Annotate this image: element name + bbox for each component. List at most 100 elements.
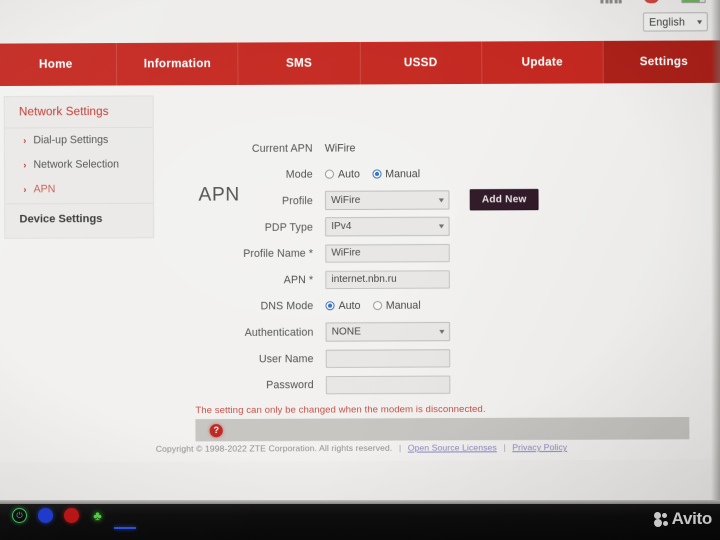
tab-update[interactable]: Update <box>481 40 604 84</box>
user-name-input[interactable] <box>325 348 451 368</box>
privacy-policy-link[interactable]: Privacy Policy <box>512 442 567 452</box>
chevron-down-icon: ▾ <box>439 326 445 337</box>
sidebar-item-label: Network Selection <box>33 158 120 171</box>
radio-label: Auto <box>338 167 360 181</box>
language-selector[interactable]: English ▾ <box>642 12 708 32</box>
radio-label: Manual <box>385 167 421 180</box>
leaf-glyph: ♣ <box>93 508 102 523</box>
tab-label: USSD <box>403 56 438 70</box>
chevron-down-icon: ▾ <box>438 221 445 231</box>
chevron-right-icon: › <box>23 159 27 170</box>
authentication-select[interactable]: NONE ▾ <box>325 321 451 342</box>
footer-separator-1: | <box>398 442 402 453</box>
top-status-bar: English ▾ <box>0 0 720 44</box>
sidebar-item-label: Dial-up Settings <box>33 134 109 147</box>
profile-name-input[interactable]: WiFire <box>325 243 450 263</box>
chevron-down-icon: ▾ <box>696 17 703 27</box>
tab-label: Settings <box>639 55 689 69</box>
tab-home[interactable]: Home <box>0 43 118 87</box>
device-status-icons <box>600 0 706 4</box>
disconnect-notice: The setting can only be changed when the… <box>195 403 486 417</box>
password-label: Password <box>266 378 314 392</box>
power-glyph: ⏻ <box>16 510 23 520</box>
sidebar-title: Network Settings <box>4 96 153 129</box>
signal-bars-icon <box>600 0 622 3</box>
dns-mode-radio-auto[interactable]: Auto <box>325 300 361 312</box>
dns-mode-radio-manual[interactable]: Manual <box>372 299 421 312</box>
add-new-button[interactable]: Add New <box>469 188 539 211</box>
profile-name-value: WiFire <box>331 247 361 259</box>
row-mode: Mode Auto Manual <box>198 160 623 187</box>
mode-label: Mode <box>285 168 313 181</box>
bluetooth-indicator-icon[interactable] <box>38 508 53 523</box>
tab-label: SMS <box>285 57 313 70</box>
profile-name-label: Profile Name * <box>199 247 326 260</box>
photographed-screen: English ▾ Home Information SMS USSD Upda… <box>0 0 720 540</box>
password-input[interactable] <box>325 375 451 394</box>
settings-sidebar: Network Settings › Dial-up Settings › Ne… <box>3 95 155 239</box>
profile-selected-value: WiFire <box>331 194 361 207</box>
apn-form: Current APN WiFire Mode Auto Manual Prof… <box>198 134 624 399</box>
help-icon-glyph: ? <box>213 425 220 436</box>
apn-label: APN * <box>199 273 326 286</box>
sidebar-item-dial-up-settings[interactable]: › Dial-up Settings <box>5 128 153 153</box>
current-apn-value: WiFire <box>324 141 356 154</box>
mode-radio-auto[interactable]: Auto <box>324 167 360 181</box>
tab-sms[interactable]: SMS <box>238 41 361 86</box>
language-selected-value: English <box>649 15 686 29</box>
required-marker: * <box>308 247 314 260</box>
row-authentication: Authentication NONE ▾ <box>199 318 624 345</box>
row-profile: Profile WiFire ▾ Add New <box>198 187 623 214</box>
profile-select[interactable]: WiFire ▾ <box>324 190 450 211</box>
sim-card-icon <box>643 0 660 4</box>
sidebar-item-apn[interactable]: › APN <box>5 176 153 201</box>
router-admin-page: English ▾ Home Information SMS USSD Upda… <box>0 0 720 506</box>
mode-radio-manual[interactable]: Manual <box>372 168 420 180</box>
footer-separator-2: | <box>503 442 506 453</box>
apn-input[interactable]: internet.nbn.ru <box>325 269 450 289</box>
sidebar-item-network-selection[interactable]: › Network Selection <box>5 152 153 177</box>
pdp-type-label: PDP Type <box>264 220 314 234</box>
chevron-down-icon: ▾ <box>438 195 445 205</box>
sidebar-group-label: Device Settings <box>19 213 103 226</box>
taskbar-top-edge <box>0 500 720 504</box>
radio-label: Manual <box>385 299 421 312</box>
user-name-label: User Name <box>258 352 314 365</box>
recording-indicator-icon[interactable] <box>64 508 79 523</box>
chevron-right-icon: › <box>23 135 27 146</box>
row-profile-name: Profile Name * WiFire <box>199 239 624 266</box>
tab-ussd[interactable]: USSD <box>360 41 483 85</box>
sidebar-item-device-settings[interactable]: Device Settings <box>5 202 154 234</box>
dns-mode-radio-group: Auto Manual <box>325 299 421 312</box>
current-apn-label: Current APN <box>251 141 313 155</box>
copyright-text: Copyright © 1998-2022 ZTE Corporation. A… <box>155 442 393 454</box>
dns-mode-label: DNS Mode <box>260 299 314 313</box>
row-password: Password <box>199 371 624 398</box>
row-dns-mode: DNS Mode Auto Manual <box>199 292 624 319</box>
tab-settings[interactable]: Settings <box>603 40 720 84</box>
row-apn: APN * internet.nbn.ru <box>199 265 624 292</box>
leaf-indicator-icon[interactable]: ♣ <box>90 508 105 523</box>
pdp-type-select[interactable]: IPv4 ▾ <box>325 216 450 237</box>
power-indicator-icon[interactable]: ⏻ <box>12 508 27 523</box>
radio-checked-icon <box>372 169 382 179</box>
radio-checked-icon <box>325 301 335 311</box>
add-new-label: Add New <box>481 194 527 206</box>
open-source-licenses-link[interactable]: Open Source Licenses <box>408 442 497 453</box>
content-area: Network Settings › Dial-up Settings › Ne… <box>0 82 720 463</box>
authentication-label: Authentication <box>244 326 314 339</box>
row-pdp-type: PDP Type IPv4 ▾ <box>199 213 624 240</box>
help-icon[interactable]: ? <box>209 423 223 437</box>
radio-unchecked-icon <box>372 300 382 311</box>
row-user-name: User Name <box>199 344 624 371</box>
active-task-underline <box>114 527 136 529</box>
tab-information[interactable]: Information <box>117 42 239 86</box>
apn-value: internet.nbn.ru <box>331 273 397 285</box>
avito-watermark-text: Avito <box>671 509 713 528</box>
battery-icon <box>681 0 706 3</box>
desktop-taskbar: ⏻ ♣ Avito <box>0 500 720 540</box>
help-bar: ? <box>195 417 690 442</box>
main-navigation: Home Information SMS USSD Update Setting… <box>0 40 720 87</box>
mode-radio-group: Auto Manual <box>324 167 420 181</box>
authentication-selected-value: NONE <box>331 326 361 338</box>
